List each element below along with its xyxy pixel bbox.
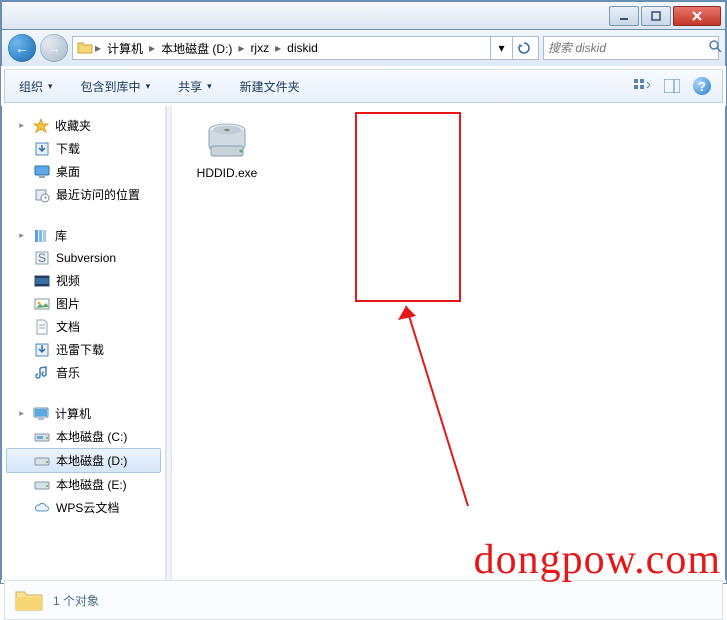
help-icon: ?	[693, 77, 711, 95]
drive-icon	[34, 429, 50, 445]
music-icon	[34, 365, 50, 381]
chevron-right-icon: ▸	[93, 41, 103, 55]
close-button[interactable]	[673, 6, 721, 26]
collapse-icon: ▸	[16, 408, 27, 419]
status-bar: 1 个对象	[4, 580, 723, 620]
preview-pane-button[interactable]	[660, 75, 684, 97]
search-icon	[709, 40, 722, 56]
nav-bar: ← → ▸ 计算机 ▸ 本地磁盘 (D:) ▸ rjxz ▸ diskid ▾	[1, 30, 726, 66]
tree-item-desktop[interactable]: 桌面	[6, 160, 161, 183]
desktop-icon	[34, 164, 50, 180]
organize-menu[interactable]: 组织	[13, 74, 59, 99]
file-item[interactable]: HDDID.exe	[182, 116, 272, 186]
tree-label: WPS云文档	[56, 499, 119, 516]
svg-text:S: S	[38, 251, 46, 265]
file-name: HDDID.exe	[197, 166, 258, 182]
tree-item-documents[interactable]: 文档	[6, 315, 161, 338]
breadcrumb-item[interactable]: rjxz	[246, 41, 273, 55]
cloud-icon	[34, 500, 50, 516]
tree-item-videos[interactable]: 视频	[6, 269, 161, 292]
file-list[interactable]: HDDID.exe	[172, 106, 725, 580]
tree-item-subversion[interactable]: S Subversion	[6, 247, 161, 269]
tree-item-drive-e[interactable]: 本地磁盘 (E:)	[6, 473, 161, 496]
annotation-arrow	[388, 296, 478, 516]
tree-label: 桌面	[56, 163, 80, 180]
tree-label: 库	[55, 227, 67, 244]
chevron-right-icon: ▸	[147, 41, 157, 55]
tree-libraries[interactable]: ▸ 库	[6, 224, 161, 247]
tree-item-drive-d[interactable]: 本地磁盘 (D:)	[6, 448, 161, 473]
pictures-icon	[34, 296, 50, 312]
drive-icon	[34, 477, 50, 493]
new-folder-button[interactable]: 新建文件夹	[234, 74, 306, 99]
maximize-button[interactable]	[641, 6, 671, 26]
tree-label: 图片	[56, 295, 80, 312]
refresh-button[interactable]	[512, 37, 534, 59]
breadcrumb-item[interactable]: diskid	[283, 41, 322, 55]
command-toolbar: 组织 包含到库中 共享 新建文件夹 ?	[4, 69, 723, 103]
history-dropdown[interactable]: ▾	[490, 37, 512, 59]
tree-item-music[interactable]: 音乐	[6, 361, 161, 384]
tree-label: 收藏夹	[55, 117, 91, 134]
breadcrumb: ▸ 计算机 ▸ 本地磁盘 (D:) ▸ rjxz ▸ diskid ▾	[72, 36, 539, 60]
breadcrumb-item[interactable]: 计算机	[103, 40, 147, 57]
tree-item-xunlei[interactable]: 迅雷下载	[6, 338, 161, 361]
collapse-icon: ▸	[16, 230, 27, 241]
xunlei-icon	[34, 342, 50, 358]
search-field[interactable]	[548, 41, 705, 55]
tree-label: 音乐	[56, 364, 80, 381]
breadcrumb-item[interactable]: 本地磁盘 (D:)	[157, 40, 236, 57]
help-button[interactable]: ?	[690, 75, 714, 97]
tree-label: 本地磁盘 (D:)	[56, 452, 127, 469]
navigation-tree: ▸ 收藏夹 下载 桌面 最近访问的位置 ▸ 库 S Subversion 视频 图…	[2, 106, 166, 580]
tree-computer[interactable]: ▸ 计算机	[6, 402, 161, 425]
view-options-button[interactable]	[630, 75, 654, 97]
chevron-right-icon: ▸	[236, 41, 246, 55]
tree-label: 迅雷下载	[56, 341, 104, 358]
libraries-icon	[33, 228, 49, 244]
drive-icon	[34, 453, 50, 469]
tree-item-recent[interactable]: 最近访问的位置	[6, 183, 161, 206]
chevron-right-icon: ▸	[273, 41, 283, 55]
status-text: 1 个对象	[53, 592, 99, 609]
tree-label: 最近访问的位置	[56, 186, 140, 203]
tree-label: 视频	[56, 272, 80, 289]
computer-icon	[33, 406, 49, 422]
svn-icon: S	[34, 250, 50, 266]
folder-icon	[77, 40, 93, 56]
favorites-icon	[33, 118, 49, 134]
back-button[interactable]: ←	[8, 34, 36, 62]
tree-item-drive-c[interactable]: 本地磁盘 (C:)	[6, 425, 161, 448]
hdd-exe-icon	[203, 120, 251, 160]
forward-button[interactable]: →	[40, 34, 68, 62]
tree-label: 本地磁盘 (E:)	[56, 476, 127, 493]
share-menu[interactable]: 共享	[172, 74, 218, 99]
search-input[interactable]	[543, 36, 719, 60]
title-bar	[1, 1, 726, 30]
collapse-icon: ▸	[16, 120, 27, 131]
recent-icon	[34, 187, 50, 203]
tree-item-wps-cloud[interactable]: WPS云文档	[6, 496, 161, 519]
tree-item-pictures[interactable]: 图片	[6, 292, 161, 315]
tree-label: 计算机	[55, 405, 91, 422]
download-icon	[34, 141, 50, 157]
tree-label: 下载	[56, 140, 80, 157]
documents-icon	[34, 319, 50, 335]
include-library-menu[interactable]: 包含到库中	[75, 74, 157, 99]
tree-label: 本地磁盘 (C:)	[56, 428, 127, 445]
annotation-box	[355, 112, 461, 302]
folder-icon	[15, 588, 43, 612]
tree-item-downloads[interactable]: 下载	[6, 137, 161, 160]
video-icon	[34, 273, 50, 289]
tree-label: Subversion	[56, 251, 116, 265]
minimize-button[interactable]	[609, 6, 639, 26]
tree-favorites[interactable]: ▸ 收藏夹	[6, 114, 161, 137]
tree-label: 文档	[56, 318, 80, 335]
